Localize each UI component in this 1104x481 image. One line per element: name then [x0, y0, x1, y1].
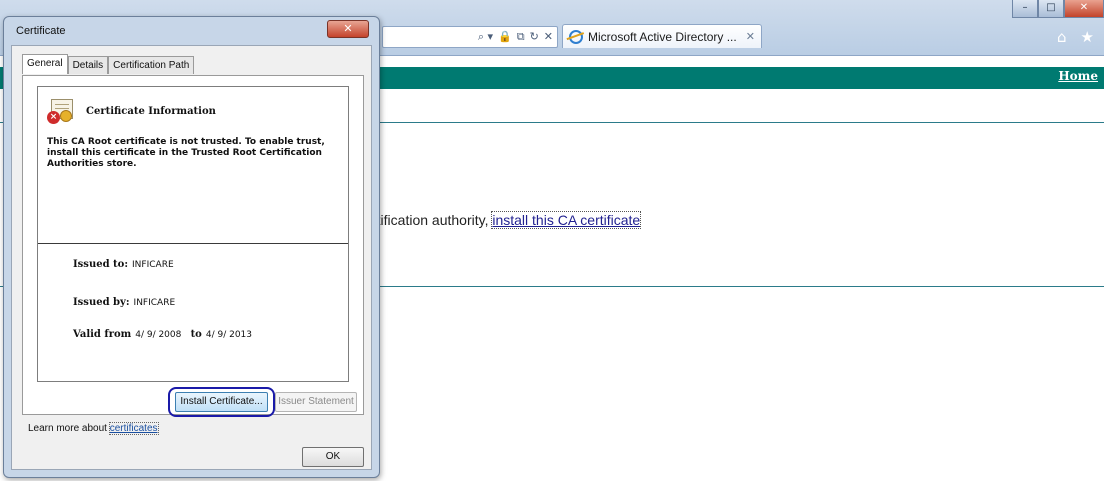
dialog-body: General Details Certification Path × Cer… [11, 45, 372, 470]
stop-icon[interactable]: ✕ [544, 29, 553, 45]
browser-toolbar: ⌂ ★ [1057, 28, 1094, 46]
valid-from-label: Valid from [73, 329, 132, 340]
untrusted-certificate-icon: × [47, 99, 75, 127]
search-icon[interactable]: ⌕ ▾ [478, 29, 493, 45]
page-text-prefix: rtification authority, [372, 212, 493, 228]
tab-general[interactable]: General [22, 54, 68, 74]
page-instructions: rtification authority, install this CA c… [372, 211, 642, 229]
certificate-info-title: Certificate Information [86, 106, 216, 117]
issued-to-label: Issued to: [73, 259, 129, 270]
certificate-info-box: × Certificate Information This CA Root c… [37, 86, 349, 382]
dialog-close-button[interactable]: ✕ [327, 20, 369, 38]
issued-by-label: Issued by: [73, 297, 130, 308]
ok-button[interactable]: OK [302, 447, 364, 467]
issued-by-value: INFICARE [133, 298, 176, 308]
trust-warning-message: This CA Root certificate is not trusted.… [47, 137, 325, 169]
learn-more-row: Learn more about certificates [28, 422, 159, 435]
dialog-title: Certificate [16, 25, 66, 37]
refresh-icon[interactable]: ↻ [530, 29, 539, 45]
issued-to-row: Issued to: INFICARE [73, 259, 174, 270]
browser-tab-title: Microsoft Active Directory ... [588, 29, 737, 44]
issued-to-value: INFICARE [132, 260, 174, 270]
browser-tab[interactable]: Microsoft Active Directory ... ✕ [562, 24, 762, 48]
home-link[interactable]: Home [1058, 69, 1098, 83]
certificate-dialog: Certificate ✕ General Details Certificat… [3, 16, 380, 478]
lock-icon[interactable]: 🔒 [498, 29, 512, 45]
valid-to-value: 4/ 9/ 2013 [205, 330, 253, 340]
validity-row: Valid from 4/ 9/ 2008 to 4/ 9/ 2013 [73, 329, 252, 340]
tab-close-icon[interactable]: ✕ [746, 30, 755, 43]
general-tab-panel: × Certificate Information This CA Root c… [22, 75, 364, 417]
install-ca-certificate-link[interactable]: install this CA certificate [491, 211, 642, 229]
window-controls: – □ ✕ [1012, 0, 1104, 18]
window-close-button[interactable]: ✕ [1064, 0, 1104, 18]
maximize-button[interactable]: □ [1038, 0, 1064, 18]
address-bar[interactable]: ⌕ ▾ 🔒 ⧉ ↻ ✕ [382, 26, 558, 48]
issuer-statement-button: Issuer Statement [275, 392, 357, 412]
ie-page-icon [569, 29, 583, 44]
install-certificate-button[interactable]: Install Certificate... [175, 392, 268, 412]
favorites-star-icon[interactable]: ★ [1081, 28, 1094, 46]
home-icon[interactable]: ⌂ [1057, 28, 1067, 46]
valid-to-label: to [190, 329, 202, 340]
dialog-tabs: General Details Certification Path [22, 54, 195, 74]
certificates-link[interactable]: certificates [108, 422, 159, 435]
address-bar-icons: ⌕ ▾ 🔒 ⧉ ↻ ✕ [478, 29, 553, 45]
info-separator [38, 243, 348, 244]
tab-certification-path[interactable]: Certification Path [108, 56, 195, 74]
issued-by-row: Issued by: INFICARE [73, 297, 175, 308]
tab-details[interactable]: Details [67, 56, 109, 74]
valid-from-value: 4/ 9/ 2008 [135, 330, 182, 340]
minimize-button[interactable]: – [1012, 0, 1038, 18]
compatibility-icon[interactable]: ⧉ [517, 29, 525, 45]
learn-more-text: Learn more about [28, 423, 110, 434]
